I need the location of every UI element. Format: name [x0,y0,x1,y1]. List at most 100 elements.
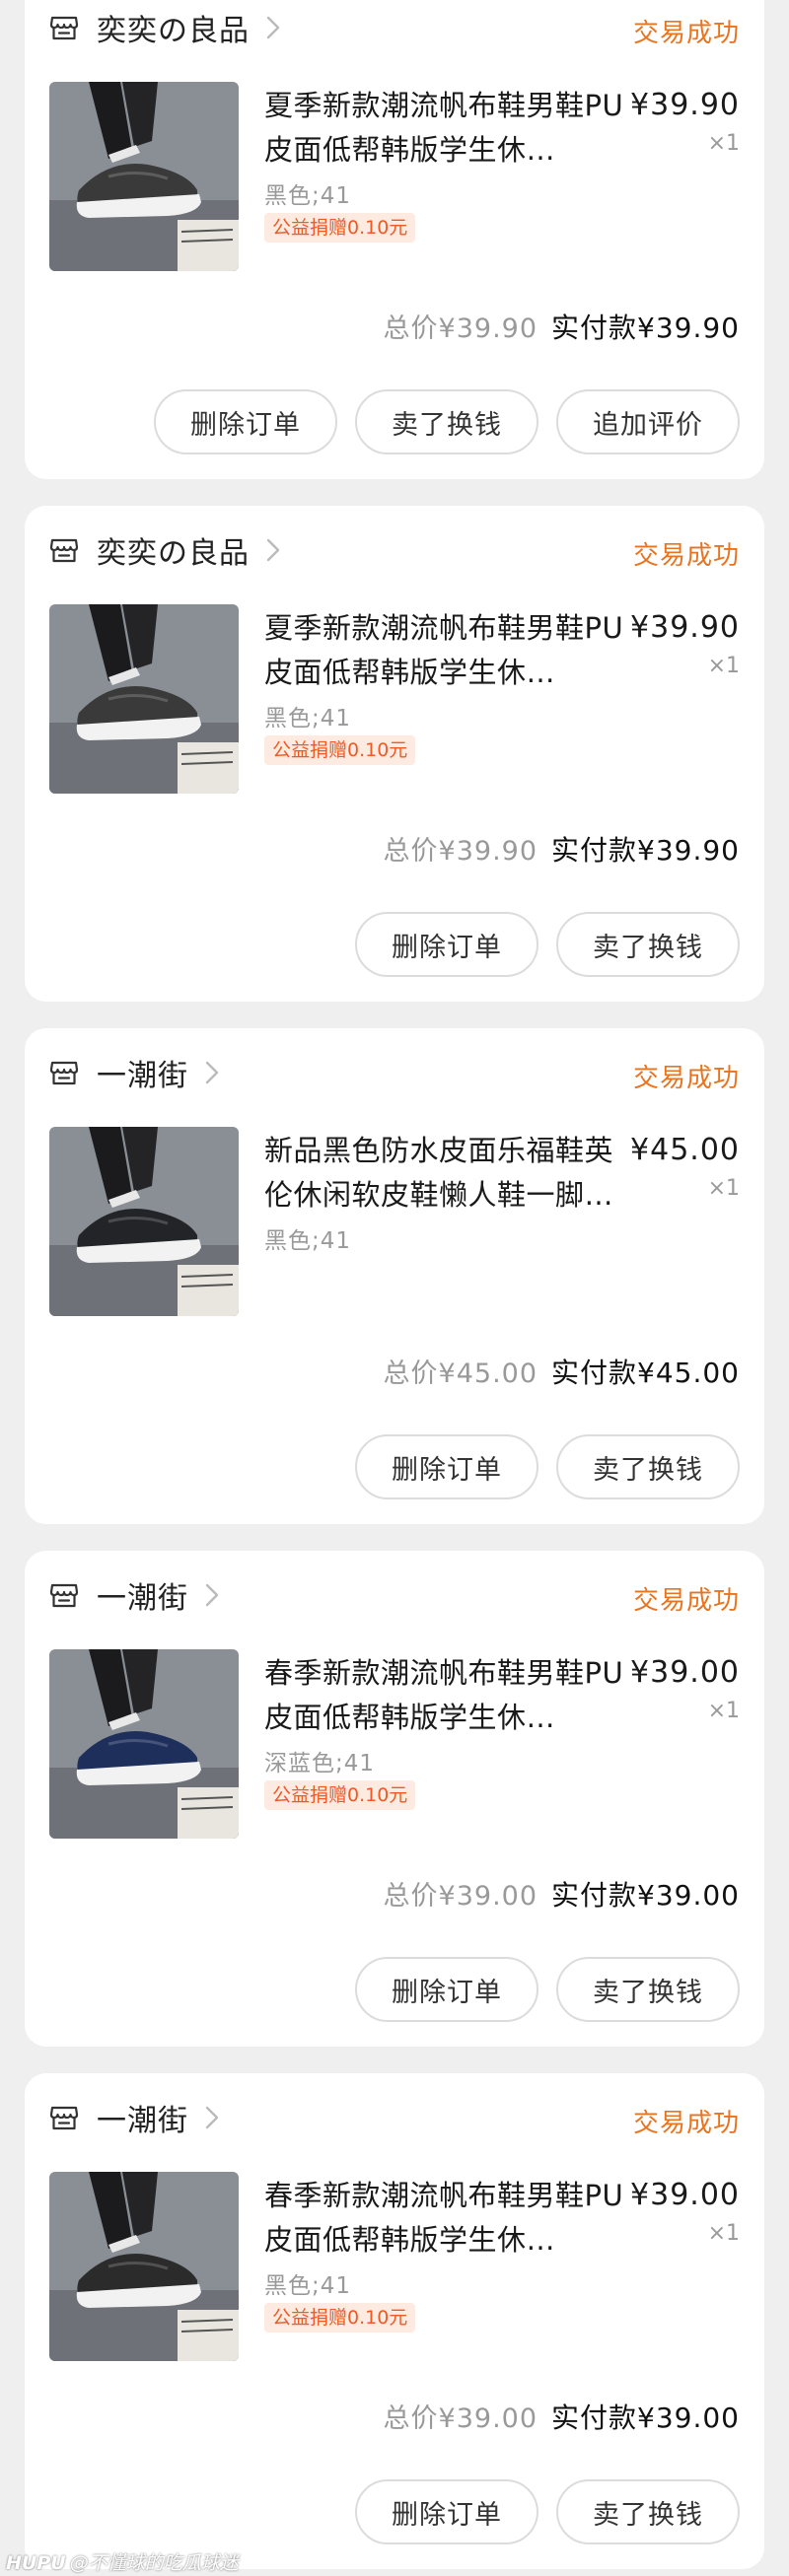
shop-row[interactable]: 奕奕の良品 [49,3,281,52]
order-actions: 删除订单 卖了换钱 [337,1434,740,1499]
order-totals: 总价¥45.00 实付款¥45.00 [384,1352,740,1391]
store-icon [49,1061,79,1085]
watermark: HUPU @不懂球的吃瓜球迷 [6,2548,239,2575]
shop-row[interactable]: 一潮街 [49,1570,220,1620]
watermark-brand: HUPU [6,2552,66,2574]
order-status: 交易成功 [632,541,740,571]
delete-order-button[interactable]: 删除订单 [355,1957,538,2022]
shop-name[interactable]: 奕奕の良品 [97,528,250,572]
order-card-body: 一潮街 交易成功春季新款潮流帆布鞋男鞋PU皮面低帮韩版学生休… 深蓝色;41 公益捐赠… [25,1551,764,2047]
total-price: 总价¥39.90 [383,836,538,867]
product-variant: 黑色;41 [264,2273,352,2299]
product-thumbnail[interactable] [49,2172,239,2361]
product-thumbnail[interactable] [49,604,239,794]
order-status: 交易成功 [632,2109,740,2138]
paid-amount: 实付款¥39.00 [551,1879,740,1912]
resell-button[interactable]: 卖了换钱 [355,389,538,454]
order-totals: 总价¥39.00 实付款¥39.00 [384,2397,740,2436]
total-price: 总价¥45.00 [383,1358,538,1389]
product-variant: 黑色;41 [264,1228,352,1254]
order-status: 交易成功 [632,1586,740,1616]
order-card: 一潮街 交易成功新品黑色防水皮面乐福鞋英伦休闲软皮鞋懒人鞋一脚… 黑色;41 ¥45.… [25,1028,764,1524]
order-actions: 删除订单 卖了换钱 [337,2479,740,2544]
chevron-right-icon[interactable] [265,15,281,40]
unit-price: ¥45.00 [630,1133,740,1167]
chevron-right-icon[interactable] [265,537,281,563]
product-thumbnail[interactable] [49,82,239,271]
chevron-right-icon[interactable] [204,1582,220,1608]
paid-amount: 实付款¥45.00 [551,1357,740,1389]
resell-button[interactable]: 卖了换钱 [556,2479,740,2544]
quantity: ×1 [707,1699,740,1723]
total-price: 总价¥39.00 [383,1881,538,1912]
order-status: 交易成功 [632,1064,740,1093]
product-title[interactable]: 春季新款潮流帆布鞋男鞋PU皮面低帮韩版学生休… [264,1651,639,1740]
chevron-right-icon[interactable] [204,1060,220,1085]
unit-price: ¥39.00 [630,2178,740,2212]
charity-badge: 公益捐赠0.10元 [264,213,416,243]
delete-order-button[interactable]: 删除订单 [355,912,538,977]
product-image [49,1649,239,1839]
product-title[interactable]: 夏季新款潮流帆布鞋男鞋PU皮面低帮韩版学生休… [264,606,639,695]
product-thumbnail[interactable] [49,1127,239,1316]
store-icon [49,1583,79,1608]
charity-badge: 公益捐赠0.10元 [264,735,416,765]
product-variant: 黑色;41 [264,706,352,731]
order-actions: 删除订单 卖了换钱 追加评价 [136,389,740,454]
watermark-handle: @不懂球的吃瓜球迷 [69,2552,239,2574]
product-image [49,2172,239,2361]
order-card-body: 奕奕の良品 交易成功夏季新款潮流帆布鞋男鞋PU皮面低帮韩版学生休… 黑色;41 公益捐… [25,506,764,1002]
resell-button[interactable]: 卖了换钱 [556,1957,740,2022]
product-thumbnail[interactable] [49,1649,239,1839]
shop-name[interactable]: 一潮街 [97,1573,188,1617]
order-card: 一潮街 交易成功春季新款潮流帆布鞋男鞋PU皮面低帮韩版学生休… 深蓝色;41 公益捐赠… [25,1551,764,2047]
shop-name[interactable]: 一潮街 [97,1051,188,1094]
order-totals: 总价¥39.00 实付款¥39.00 [384,1874,740,1914]
delete-order-button[interactable]: 删除订单 [154,389,337,454]
shop-row[interactable]: 一潮街 [49,1048,220,1097]
quantity: ×1 [707,654,740,678]
product-title[interactable]: 新品黑色防水皮面乐福鞋英伦休闲软皮鞋懒人鞋一脚… [264,1129,639,1218]
shop-row[interactable]: 奕奕の良品 [49,525,281,575]
delete-order-button[interactable]: 删除订单 [355,1434,538,1499]
order-card-body: 一潮街 交易成功新品黑色防水皮面乐福鞋英伦休闲软皮鞋懒人鞋一脚… 黑色;41 ¥45.… [25,1028,764,1524]
paid-amount: 实付款¥39.90 [551,834,740,867]
product-variant: 黑色;41 [264,183,352,209]
product-image [49,1127,239,1316]
shop-name[interactable]: 一潮街 [97,2096,188,2139]
quantity: ×1 [707,1176,740,1201]
resell-button[interactable]: 卖了换钱 [556,912,740,977]
order-list: 奕奕の良品 交易成功 夏季新款潮流帆布鞋男鞋PU皮面低帮韩版学生休… 黑色;41 公益捐… [0,0,789,2569]
paid-amount: 实付款¥39.00 [551,2402,740,2434]
store-icon [49,2106,79,2130]
order-card: 奕奕の良品 交易成功夏季新款潮流帆布鞋男鞋PU皮面低帮韩版学生休… 黑色;41 公益捐… [25,506,764,1002]
store-icon [49,538,79,563]
order-actions: 删除订单 卖了换钱 [337,1957,740,2022]
product-variant: 深蓝色;41 [264,1751,376,1776]
total-price: 总价¥39.90 [383,313,538,344]
shop-row[interactable]: 一潮街 [49,2093,220,2142]
paid-amount: 实付款¥39.90 [551,312,740,344]
order-card-body: 奕奕の良品 交易成功夏季新款潮流帆布鞋男鞋PU皮面低帮韩版学生休… 黑色;41 公益捐… [25,0,764,479]
add-review-button[interactable]: 追加评价 [556,389,740,454]
product-title[interactable]: 夏季新款潮流帆布鞋男鞋PU皮面低帮韩版学生休… [264,84,639,173]
shop-name[interactable]: 奕奕の良品 [97,6,250,49]
order-card-body: 一潮街 交易成功春季新款潮流帆布鞋男鞋PU皮面低帮韩版学生休… 黑色;41 公益捐赠0… [25,2073,764,2569]
order-status: 交易成功 [632,19,740,48]
charity-badge: 公益捐赠0.10元 [264,2303,416,2332]
quantity: ×1 [707,2221,740,2246]
quantity: ×1 [707,131,740,156]
unit-price: ¥39.00 [630,1655,740,1690]
charity-badge: 公益捐赠0.10元 [264,1780,416,1810]
total-price: 总价¥39.00 [383,2403,538,2434]
resell-button[interactable]: 卖了换钱 [556,1434,740,1499]
order-actions: 删除订单 卖了换钱 [337,912,740,977]
unit-price: ¥39.90 [630,88,740,122]
store-icon [49,16,79,40]
delete-order-button[interactable]: 删除订单 [355,2479,538,2544]
order-card: 一潮街 交易成功春季新款潮流帆布鞋男鞋PU皮面低帮韩版学生休… 黑色;41 公益捐赠0… [25,2073,764,2569]
product-title[interactable]: 春季新款潮流帆布鞋男鞋PU皮面低帮韩版学生休… [264,2174,639,2263]
chevron-right-icon[interactable] [204,2105,220,2130]
order-totals: 总价¥39.90 实付款¥39.90 [384,829,740,869]
product-image [49,604,239,794]
